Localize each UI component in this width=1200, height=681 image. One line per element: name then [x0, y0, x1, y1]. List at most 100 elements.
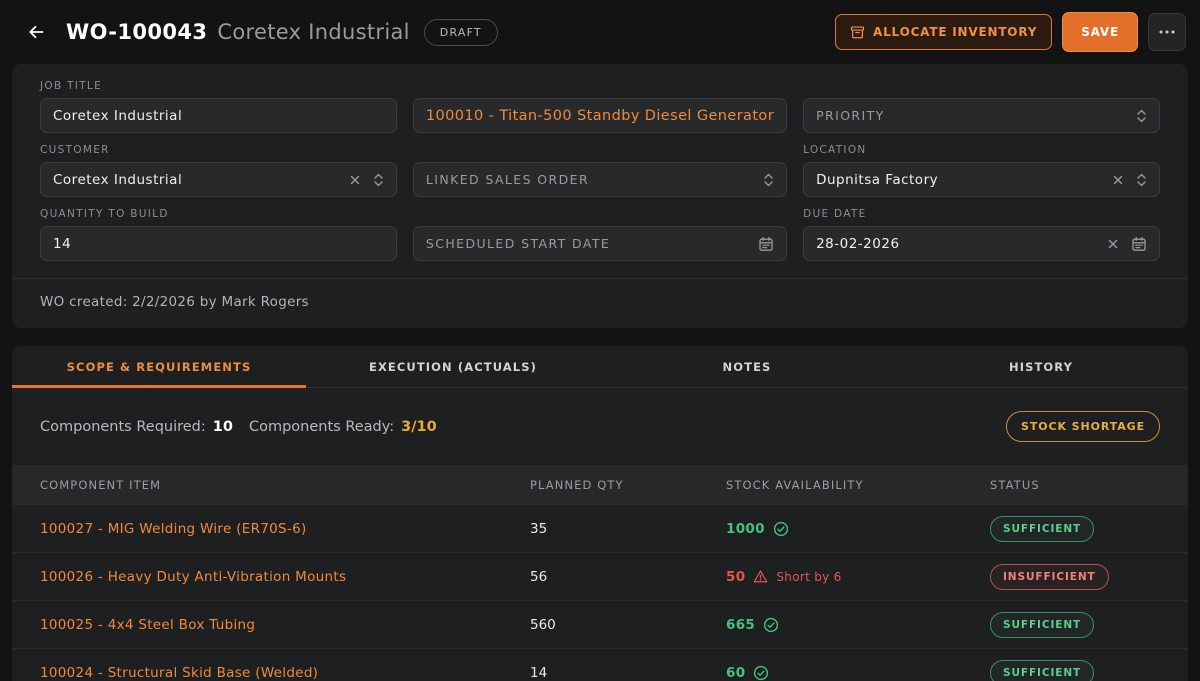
check-circle-icon — [763, 617, 779, 633]
status-badge: SUFFICIENT — [990, 611, 1095, 638]
component-item-link[interactable]: 100025 - 4x4 Steel Box Tubing — [40, 617, 255, 633]
components-ready-label: Components Ready: — [248, 418, 395, 435]
back-button[interactable] — [18, 14, 54, 50]
stock-value: 665 — [726, 616, 756, 633]
save-button[interactable]: SAVE — [1062, 12, 1138, 52]
ellipsis-icon — [1159, 30, 1175, 34]
table-row: 100025 - 4x4 Steel Box Tubing 560 665 SUFFI… — [12, 601, 1188, 649]
column-planned-qty: PLANNED QTY — [530, 478, 624, 492]
job-title-label: JOB TITLE — [40, 80, 103, 92]
draft-status-badge: DRAFT — [423, 18, 498, 46]
clear-icon[interactable] — [349, 174, 361, 186]
status-badge: INSUFFICIENT — [990, 563, 1109, 590]
stock-availability-cell: 665 — [726, 617, 990, 633]
due-date-value: 28-02-2026 — [816, 235, 900, 252]
job-title-field: JOB TITLE Coretex Industrial — [40, 80, 397, 133]
stock-value: 50 — [726, 568, 746, 585]
tab-scope-requirements[interactable]: SCOPE & REQUIREMENTS — [12, 346, 306, 388]
planned-qty-value: 56 — [530, 568, 548, 585]
due-date-input[interactable]: 28-02-2026 — [803, 226, 1160, 261]
priority-field: PRIORITY — [803, 80, 1160, 133]
components-ready-value: 3/10 — [401, 418, 437, 435]
components-required-label: Components Required: — [40, 418, 206, 435]
job-title-value: Coretex Industrial — [53, 107, 183, 124]
details-card: SCOPE & REQUIREMENTS EXECUTION (ACTUALS)… — [12, 346, 1188, 681]
customer-value: Coretex Industrial — [53, 171, 183, 188]
scheduled-start-date-placeholder: SCHEDULED START DATE — [425, 236, 611, 251]
header-actions: ALLOCATE INVENTORY SAVE — [835, 12, 1186, 52]
check-circle-icon — [773, 521, 789, 537]
quantity-to-build-field: QUANTITY TO BUILD 14 — [40, 208, 397, 261]
chevron-up-down-icon — [1137, 109, 1146, 122]
customer-select[interactable]: Coretex Industrial — [40, 162, 397, 197]
wo-number: WO-100043 — [66, 20, 208, 44]
clear-icon[interactable] — [1107, 238, 1119, 250]
quantity-to-build-input[interactable]: 14 — [40, 226, 397, 261]
shortage-note: Short by 6 — [776, 569, 842, 584]
tab-bar: SCOPE & REQUIREMENTS EXECUTION (ACTUALS)… — [12, 346, 1188, 388]
check-circle-icon — [753, 665, 769, 681]
tab-notes[interactable]: NOTES — [600, 346, 894, 387]
form-grid: JOB TITLE Coretex Industrial 100010 - Ti… — [40, 80, 1160, 261]
due-date-field: DUE DATE 28-02-2026 — [803, 208, 1160, 261]
tab-history[interactable]: HISTORY — [894, 346, 1188, 387]
components-required-value: 10 — [212, 418, 233, 435]
product-link[interactable]: 100010 - Titan-500 Standby Diesel Genera… — [426, 108, 774, 124]
component-item-link[interactable]: 100024 - Structural Skid Base (Welded) — [40, 665, 318, 681]
warning-triangle-icon — [753, 569, 768, 584]
customer-label: CUSTOMER — [40, 144, 110, 156]
tab-execution-actuals[interactable]: EXECUTION (ACTUALS) — [306, 346, 600, 387]
due-date-label: DUE DATE — [803, 208, 867, 220]
stock-availability-cell: 50 Short by 6 — [726, 569, 990, 585]
allocate-inventory-label: ALLOCATE INVENTORY — [873, 25, 1038, 39]
planned-qty-value: 560 — [530, 616, 556, 633]
inventory-box-icon — [850, 25, 865, 38]
component-table-body: 100027 - MIG Welding Wire (ER70S-6) 35 100… — [12, 505, 1188, 681]
components-summary: Components Required: 10 Components Ready… — [12, 388, 1188, 465]
table-row: 100027 - MIG Welding Wire (ER70S-6) 35 100… — [12, 505, 1188, 553]
stock-shortage-badge: STOCK SHORTAGE — [1006, 411, 1160, 442]
table-row: 100024 - Structural Skid Base (Welded) 14… — [12, 649, 1188, 681]
column-status: STATUS — [990, 478, 1040, 492]
chevron-up-down-icon — [1137, 173, 1146, 186]
location-label: LOCATION — [803, 144, 867, 156]
planned-qty-value: 35 — [530, 520, 548, 537]
quantity-to-build-label: QUANTITY TO BUILD — [40, 208, 169, 220]
calendar-icon — [759, 236, 773, 251]
wo-customer-title: Coretex Industrial — [217, 20, 410, 44]
customer-field: CUSTOMER Coretex Industrial — [40, 144, 397, 197]
location-field: LOCATION Dupnitsa Factory — [803, 144, 1160, 197]
job-title-input[interactable]: Coretex Industrial — [40, 98, 397, 133]
linked-sales-order-field: LINKED SALES ORDER — [412, 144, 788, 197]
table-row: 100026 - Heavy Duty Anti-Vibration Mount… — [12, 553, 1188, 601]
arrow-left-icon — [29, 25, 44, 39]
location-value: Dupnitsa Factory — [816, 171, 939, 188]
status-badge: SUFFICIENT — [990, 659, 1095, 681]
linked-sales-order-placeholder: LINKED SALES ORDER — [425, 172, 590, 187]
priority-placeholder: PRIORITY — [816, 108, 885, 123]
linked-sales-order-select[interactable]: LINKED SALES ORDER — [412, 162, 788, 197]
location-select[interactable]: Dupnitsa Factory — [803, 162, 1160, 197]
component-item-link[interactable]: 100026 - Heavy Duty Anti-Vibration Mount… — [40, 569, 346, 585]
stock-availability-cell: 60 — [726, 665, 990, 681]
more-options-button[interactable] — [1148, 13, 1186, 51]
component-item-link[interactable]: 100027 - MIG Welding Wire (ER70S-6) — [40, 521, 307, 537]
component-table-header: COMPONENT ITEM PLANNED QTY STOCK AVAILAB… — [12, 465, 1188, 505]
chevron-up-down-icon — [764, 173, 773, 186]
allocate-inventory-button[interactable]: ALLOCATE INVENTORY — [835, 14, 1053, 50]
product-field: 100010 - Titan-500 Standby Diesel Genera… — [412, 80, 788, 133]
column-stock-availability: STOCK AVAILABILITY — [726, 478, 864, 492]
created-note: WO created: 2/2/2026 by Mark Rogers — [40, 294, 309, 310]
planned-qty-value: 14 — [530, 664, 548, 681]
priority-select[interactable]: PRIORITY — [803, 98, 1160, 133]
stock-availability-cell: 1000 — [726, 521, 990, 537]
stock-value: 60 — [726, 664, 746, 681]
scheduled-start-date-field: SCHEDULED START DATE — [412, 208, 788, 261]
scheduled-start-date-input[interactable]: SCHEDULED START DATE — [412, 226, 788, 261]
work-order-form-card: JOB TITLE Coretex Industrial 100010 - Ti… — [12, 64, 1188, 328]
quantity-to-build-value: 14 — [53, 235, 72, 252]
product-input[interactable]: 100010 - Titan-500 Standby Diesel Genera… — [412, 98, 788, 133]
clear-icon[interactable] — [1112, 174, 1124, 186]
chevron-up-down-icon — [374, 173, 383, 186]
column-component-item: COMPONENT ITEM — [40, 478, 162, 492]
